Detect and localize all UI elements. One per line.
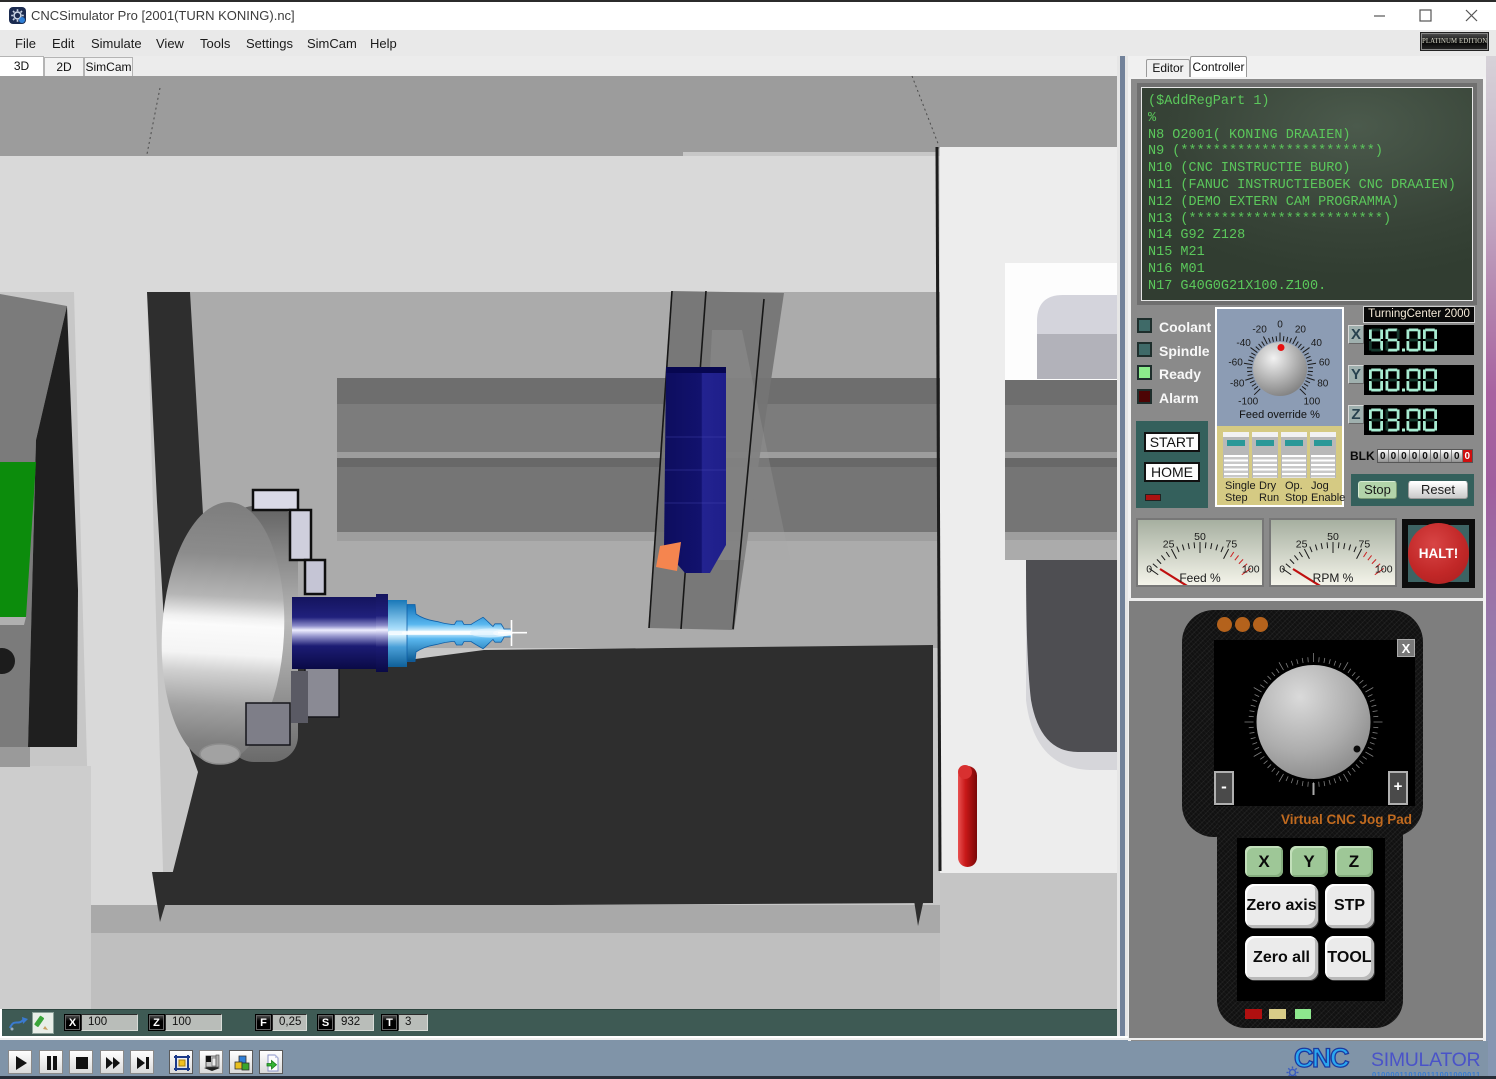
svg-text:RPM %: RPM %	[1313, 571, 1354, 585]
svg-text:-80: -80	[1230, 378, 1245, 389]
svg-text:-20: -20	[1252, 324, 1267, 335]
svg-text:25: 25	[1296, 539, 1308, 551]
svg-text:50: 50	[1194, 531, 1206, 543]
svg-text:40: 40	[1311, 338, 1323, 349]
svg-text:0: 0	[1279, 563, 1285, 575]
svg-text:Feed %: Feed %	[1179, 571, 1221, 585]
svg-text:60: 60	[1319, 357, 1331, 368]
svg-text:0: 0	[1277, 320, 1283, 331]
svg-text:75: 75	[1359, 539, 1371, 551]
svg-text:0: 0	[1146, 563, 1152, 575]
svg-text:100: 100	[1375, 563, 1393, 575]
svg-text:-40: -40	[1236, 338, 1251, 349]
svg-text:20: 20	[1295, 324, 1307, 335]
svg-text:80: 80	[1317, 378, 1329, 389]
svg-text:50: 50	[1327, 531, 1339, 543]
svg-text:-100: -100	[1238, 396, 1258, 407]
svg-text:25: 25	[1163, 539, 1175, 551]
svg-text:-60: -60	[1228, 357, 1243, 368]
svg-text:100: 100	[1303, 396, 1320, 407]
svg-text:100: 100	[1242, 563, 1260, 575]
svg-text:75: 75	[1226, 539, 1238, 551]
